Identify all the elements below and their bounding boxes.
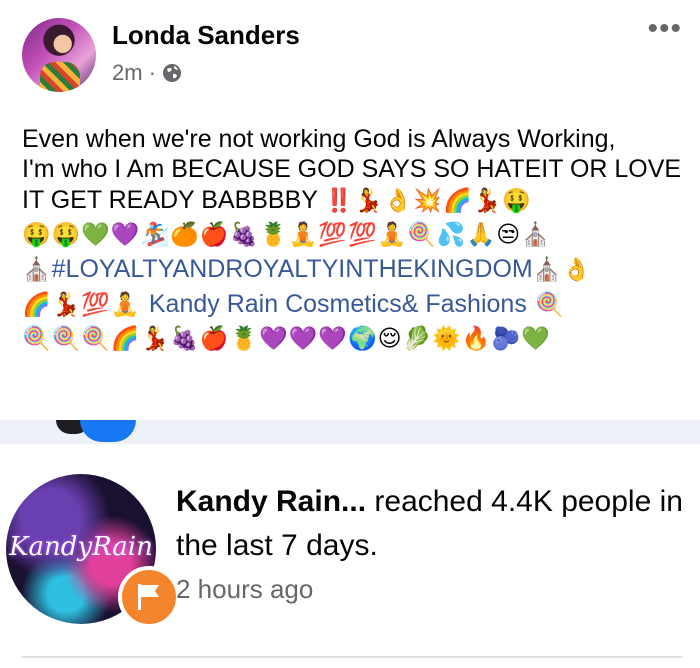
post-body: Even when we're not working God is Alway… xyxy=(22,124,682,356)
bottom-divider xyxy=(22,656,682,658)
page-avatar-logo: KandyRain xyxy=(9,532,153,562)
notification-page-name: Kandy Rain... xyxy=(176,485,367,518)
post-meta: 2m · xyxy=(112,60,182,86)
avatar-shirt xyxy=(40,62,80,92)
flag-icon xyxy=(138,584,159,610)
notification-time: 2 hours ago xyxy=(176,574,314,604)
emoji-run-c-end: 🍭 xyxy=(535,292,565,318)
hashtag-line: ⛪#LOYALTYANDROYALTYINTHEKINGDOM⛪👌 xyxy=(22,252,682,287)
emoji-run-b: 🤑🤑💚💜🏂🍊🍎🍇🍍🧘💯💯🧘🍭💦🙏😒⛪ xyxy=(22,222,551,248)
flag-badge xyxy=(118,566,180,628)
hashtag-suffix: ⛪👌 xyxy=(532,257,593,283)
author-name[interactable]: Londa Sanders xyxy=(112,20,300,51)
post-header: Londa Sanders 2m · ••• xyxy=(0,0,700,100)
emoji-run-c: 🌈💃💯🧘 xyxy=(22,292,141,318)
post-line-2: I'm who I Am BECAUSE GOD SAYS SO HATEIT … xyxy=(22,154,682,218)
post-line-1: Even when we're not working God is Alway… xyxy=(22,125,616,153)
page-link[interactable]: Kandy Rain Cosmetics& Fashions xyxy=(149,290,527,318)
globe-icon[interactable] xyxy=(162,63,182,83)
notification-text: Kandy Rain... reached 4.4K people in the… xyxy=(176,480,686,568)
hashtag-link[interactable]: #LOYALTYANDROYALTYINTHEKINGDOM xyxy=(52,255,533,283)
page-link-line: 🌈💃💯🧘 Kandy Rain Cosmetics& Fashions 🍭 xyxy=(22,287,682,322)
emoji-run-a: ‼️💃👌💥🌈💃🤑 xyxy=(324,188,532,214)
notification-item[interactable]: KandyRain Kandy Rain... reached 4.4K peo… xyxy=(0,444,700,668)
post-time[interactable]: 2m xyxy=(112,60,143,86)
emoji-run-d: 🍭🍭🍭🌈💃🍇🍎🍍💜💜💜🌍😌🥬🌞🔥🫐💚 xyxy=(22,326,551,352)
meta-separator: · xyxy=(148,60,156,85)
author-avatar[interactable] xyxy=(22,18,96,92)
hashtag-prefix: ⛪ xyxy=(22,257,52,283)
more-options-icon[interactable]: ••• xyxy=(647,14,682,44)
